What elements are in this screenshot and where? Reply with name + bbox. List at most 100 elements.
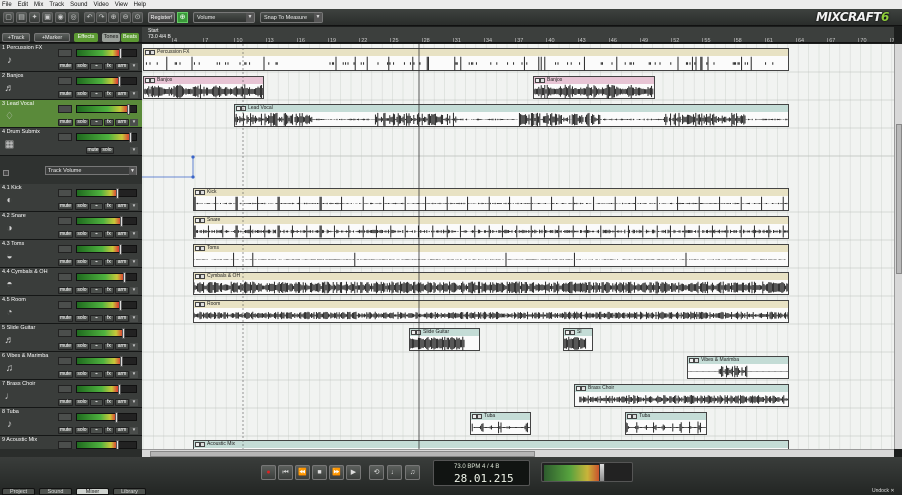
clip-header[interactable]: Room <box>194 301 788 308</box>
solo-button[interactable]: solo <box>75 399 89 406</box>
clip-header[interactable]: Percussion FX <box>144 49 788 56</box>
add-track-button[interactable]: +Track <box>2 33 30 42</box>
clip-loop-icon[interactable] <box>570 330 575 335</box>
fx-button[interactable]: fx <box>104 91 114 98</box>
volume-knob[interactable] <box>58 273 72 281</box>
chevron-down-icon[interactable]: ▼ <box>130 147 138 154</box>
solo-button[interactable]: solo <box>75 91 89 98</box>
clip-loop-icon[interactable] <box>200 190 205 195</box>
volume-slider-thumb[interactable] <box>116 440 120 449</box>
menu-video[interactable]: Video <box>94 2 109 8</box>
track-header[interactable]: 9 Acoustic Mix♬mutesolo⌁fxarm▼ <box>0 436 142 449</box>
clip-header[interactable]: Vibes & Marimba <box>688 357 788 364</box>
solo-button[interactable]: solo <box>75 231 89 238</box>
new-project-icon[interactable]: ▢ <box>3 12 14 23</box>
volume-knob[interactable] <box>58 49 72 57</box>
audio-clip[interactable]: Vibes & Marimba <box>687 356 789 379</box>
clip-loop-icon[interactable] <box>632 414 637 419</box>
track-header[interactable]: 4.1 Kick ◐ mute solo ⌁ fx arm ▼ <box>0 184 142 212</box>
automation-icon[interactable]: ⌁ <box>90 343 103 350</box>
solo-button[interactable]: solo <box>75 119 89 126</box>
click-settings-icon[interactable]: ♫ <box>405 465 420 480</box>
volume-meter[interactable] <box>76 216 137 227</box>
solo-button[interactable]: solo <box>100 147 114 154</box>
audio-clip[interactable]: Brass Choir <box>574 384 789 407</box>
automation-icon[interactable]: ⌁ <box>90 63 103 70</box>
zoom-in-icon[interactable]: ⊕ <box>108 12 119 23</box>
mute-button[interactable]: mute <box>58 287 73 294</box>
track-name[interactable]: 4.5 Room <box>2 297 26 303</box>
horizontal-scrollbar[interactable] <box>142 449 894 457</box>
volume-knob[interactable] <box>58 189 72 197</box>
toms-icon[interactable]: ◒ <box>3 250 16 264</box>
track-header[interactable]: 7 Brass Choir ♩ mute solo ⌁ fx arm ▼ <box>0 380 142 408</box>
volume-slider-thumb[interactable] <box>119 216 123 227</box>
master-volume-meter[interactable] <box>541 462 633 482</box>
fx-button[interactable]: fx <box>104 203 114 210</box>
track-header[interactable]: 2 Banjos ♬ mute solo ⌁ fx arm ▼ <box>0 72 142 100</box>
track-name[interactable]: 4.4 Cymbals & OH <box>2 269 48 275</box>
rewind-icon[interactable]: ⏪ <box>295 465 310 480</box>
volume-meter[interactable] <box>76 48 137 59</box>
vibes-icon[interactable]: ♫ <box>3 362 16 376</box>
cart-icon[interactable]: ⊕ <box>177 12 188 23</box>
guitar-icon[interactable]: ♬ <box>3 82 16 96</box>
mute-button[interactable]: mute <box>58 315 73 322</box>
menu-edit[interactable]: Edit <box>18 2 28 8</box>
track-header[interactable]: 4 Drum Submix ▦ solo mute ▼ <box>0 128 142 156</box>
clip-loop-icon[interactable] <box>477 414 482 419</box>
clip-loop-icon[interactable] <box>200 442 205 447</box>
kick-drum-icon[interactable]: ◐ <box>3 194 16 208</box>
automation-icon[interactable]: ⌁ <box>90 119 103 126</box>
track-name[interactable]: 2 Banjos <box>2 73 23 79</box>
mute-button[interactable]: mute <box>58 63 73 70</box>
clip-loop-icon[interactable] <box>540 78 545 83</box>
collapse-icon[interactable] <box>3 170 9 176</box>
clip-header[interactable]: Brass Choir <box>575 385 788 392</box>
mute-button[interactable]: mute <box>58 343 73 350</box>
solo-button[interactable]: solo <box>75 203 89 210</box>
volume-meter[interactable] <box>76 76 137 87</box>
clip-header[interactable]: Lead Vocal <box>235 105 788 112</box>
track-header[interactable]: 5 Slide Guitar ♬ mute solo ⌁ fx arm ▼ <box>0 324 142 352</box>
effects-button[interactable]: Effects <box>74 33 98 42</box>
volume-meter[interactable] <box>76 272 137 283</box>
volume-slider-thumb[interactable] <box>129 132 133 143</box>
volume-knob[interactable] <box>58 77 72 85</box>
mute-button[interactable]: mute <box>58 399 73 406</box>
track-name[interactable]: 1 Percussion FX <box>2 45 42 51</box>
arm-button[interactable]: arm <box>115 315 129 322</box>
register-button[interactable]: Register! <box>148 12 175 23</box>
volume-knob[interactable] <box>58 441 72 449</box>
volume-knob[interactable] <box>58 329 72 337</box>
menu-mix[interactable]: Mix <box>34 2 43 8</box>
track-header[interactable]: 4.3 Toms ◒ mute solo ⌁ fx arm ▼ <box>0 240 142 268</box>
solo-button[interactable]: solo <box>75 371 89 378</box>
solo-button[interactable]: solo <box>75 343 89 350</box>
clip-header[interactable]: Slide Guitar <box>410 329 479 336</box>
clip-header[interactable]: Kick <box>194 189 788 196</box>
arm-button[interactable]: arm <box>115 91 129 98</box>
undock-button[interactable]: Undock ✕ <box>872 488 895 494</box>
redo-icon[interactable]: ↷ <box>96 12 107 23</box>
clip-loop-icon[interactable] <box>200 302 205 307</box>
automation-type-dropdown[interactable]: Volume ▼ <box>193 12 255 23</box>
scroll-thumb[interactable] <box>896 124 902 274</box>
automation-icon[interactable]: ⌁ <box>90 287 103 294</box>
volume-slider-thumb[interactable] <box>118 244 122 255</box>
add-marker-button[interactable]: +Marker <box>34 33 70 42</box>
clip-header[interactable]: Snare <box>194 217 788 224</box>
audio-clip[interactable]: Sl <box>563 328 593 351</box>
track-name[interactable]: 9 Acoustic Mix <box>2 437 37 443</box>
track-name[interactable]: 3 Lead Vocal <box>2 101 34 107</box>
room-mic-icon[interactable]: ◔ <box>3 306 16 320</box>
stop-icon[interactable]: ■ <box>312 465 327 480</box>
volume-slider-thumb[interactable] <box>117 384 121 395</box>
menu-sound[interactable]: Sound <box>70 2 87 8</box>
volume-meter[interactable] <box>76 244 137 255</box>
chevron-down-icon[interactable]: ▼ <box>130 91 138 98</box>
volume-knob[interactable] <box>58 217 72 225</box>
volume-slider-thumb[interactable] <box>119 356 123 367</box>
clip-loop-icon[interactable] <box>200 218 205 223</box>
menu-file[interactable]: File <box>2 2 12 8</box>
